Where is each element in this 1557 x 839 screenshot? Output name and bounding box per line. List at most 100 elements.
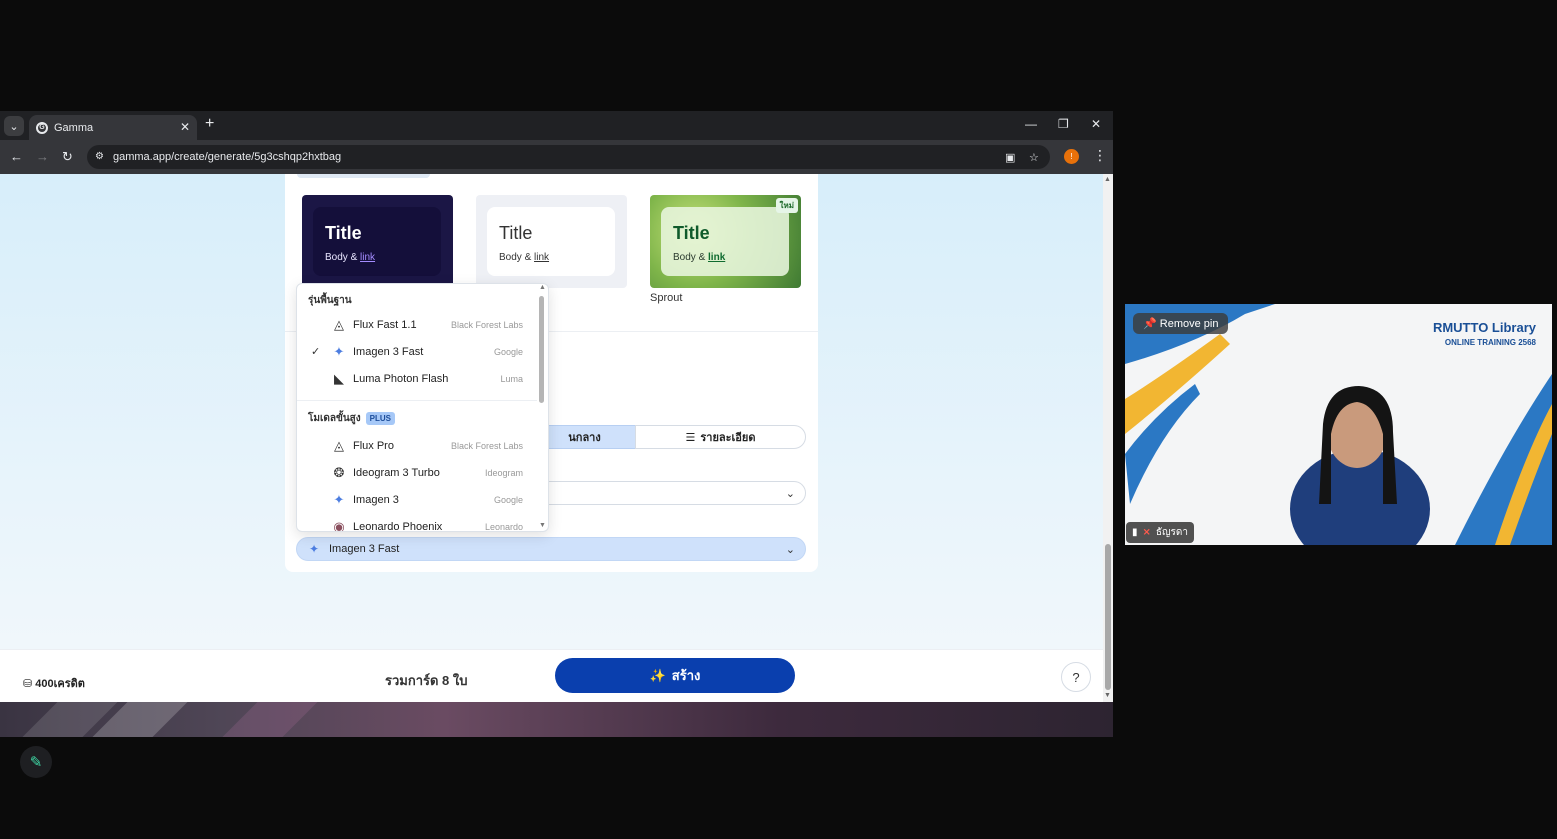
theme-preview: Title Body & link (487, 207, 615, 276)
back-icon[interactable]: ← (10, 149, 23, 164)
close-window-icon[interactable]: ✕ (1091, 117, 1101, 131)
participant-name: ธัญรดา (1155, 527, 1189, 538)
desktop-wallpaper (0, 702, 1113, 737)
tab-close-icon[interactable]: ✕ (180, 120, 190, 134)
sparkle-icon: ✨ (649, 667, 666, 683)
gamma-favicon-icon: G (36, 121, 48, 134)
model-option-flux-fast[interactable]: ◬ Flux Fast 1.1 Black Forest Labs (297, 311, 537, 338)
model-vendor: Ideogram (484, 467, 523, 478)
theme-card-sprout[interactable]: Title Body & link ใหม่ (650, 195, 801, 288)
theme-body: Body & link (325, 252, 429, 263)
tab-strip: ⌄ G Gamma ✕ + — ❐ ✕ (0, 111, 1113, 140)
flux-icon: ◬ (334, 437, 344, 453)
panel-top-strip (297, 174, 430, 178)
model-option-leonardo-phoenix[interactable]: ◉ Leonardo Phoenix Leonardo (297, 513, 537, 532)
browser-window: ⌄ G Gamma ✕ + — ❐ ✕ ← → ↻ ⚙ gamma.app/cr… (0, 111, 1113, 737)
theme-preview: Title Body & link (313, 207, 441, 276)
dropdown-scrollbar[interactable] (539, 296, 544, 403)
annotate-pen-icon[interactable]: ✎ (20, 746, 52, 778)
url-text: gamma.app/create/generate/5g3cshqp2hxtba… (113, 151, 342, 163)
theme-body-text: Body & (325, 252, 358, 263)
new-badge: ใหม่ (775, 198, 798, 213)
bookmark-star-icon[interactable]: ☆ (1029, 151, 1039, 164)
page-viewport: Title Body & link Title Body & link Titl… (0, 174, 1103, 702)
chevron-down-icon: ⌄ (785, 488, 795, 500)
theme-title: Title (499, 223, 533, 243)
scroll-up-icon[interactable]: ▲ (1104, 176, 1111, 183)
forward-icon[interactable]: → (36, 149, 49, 164)
gemini-star-icon: ✦ (333, 491, 345, 507)
theme-link: link (534, 252, 550, 263)
install-app-icon[interactable]: ▣ (1005, 151, 1015, 164)
minimize-icon[interactable]: — (1025, 117, 1037, 131)
gemini-star-icon: ✦ (333, 343, 345, 359)
model-vendor: Black Forest Labs (450, 319, 523, 330)
basic-models-header: รุ่นพื้นฐาน (308, 293, 352, 308)
model-option-imagen-3[interactable]: ✦ Imagen 3 Google (297, 486, 537, 513)
model-option-flux-pro[interactable]: ◬ Flux Pro Black Forest Labs (297, 432, 537, 459)
dropdown-scroll-up-icon[interactable]: ▲ (539, 284, 546, 291)
model-label: Ideogram 3 Turbo (353, 466, 440, 479)
theme-card-dark[interactable]: Title Body & link (302, 195, 453, 288)
checkmark-icon: ✓ (311, 346, 321, 358)
segment-middle-label: นกลาง (568, 432, 601, 444)
theme-name-sprout: Sprout (650, 292, 683, 304)
theme-body: Body & link (499, 252, 603, 263)
ideogram-icon: ❂ (333, 464, 345, 480)
total-cards-label: รวมการ์ด 8 ใบ (385, 673, 468, 688)
model-label: Flux Pro (353, 439, 394, 452)
model-option-ideogram-3-turbo[interactable]: ❂ Ideogram 3 Turbo Ideogram (297, 459, 537, 486)
segment-detail[interactable]: ☰ รายละเอียด (635, 425, 806, 449)
model-vendor: Google (493, 494, 523, 505)
browser-menu-icon[interactable]: ⋮ (1093, 147, 1107, 164)
remove-pin-button[interactable]: 📌 Remove pin (1133, 313, 1229, 334)
gemini-star-icon: ✦ (309, 542, 320, 556)
tab-title: Gamma (54, 121, 94, 134)
pin-icon: 📌 (1143, 318, 1157, 330)
credits-display[interactable]: ⛁ 400เครดิต (23, 674, 85, 692)
address-bar[interactable]: ⚙ gamma.app/create/generate/5g3cshqp2hxt… (87, 145, 1050, 169)
theme-link: link (360, 252, 376, 263)
tab-search-chevron-icon[interactable]: ⌄ (4, 116, 24, 136)
plus-badge: PLUS (365, 412, 396, 425)
help-button[interactable]: ? (1061, 662, 1091, 692)
theme-link: link (708, 252, 726, 263)
segment-detail-label: รายละเอียด (700, 432, 756, 444)
image-model-dropdown[interactable]: รุ่นพื้นฐาน ◬ Flux Fast 1.1 Black Forest… (296, 283, 549, 532)
scroll-down-icon[interactable]: ▼ (1104, 692, 1111, 699)
credits-icon: ⛁ (23, 678, 33, 690)
brand-subtitle: ONLINE TRAINING 2568 (1444, 338, 1536, 347)
theme-card-light[interactable]: Title Body & link (476, 195, 627, 288)
model-label: Flux Fast 1.1 (353, 318, 417, 331)
detail-lines-icon: ☰ (685, 431, 696, 444)
theme-body-text: Body & (499, 252, 532, 263)
model-vendor: Luma (500, 373, 523, 384)
video-tile[interactable]: 📌 Remove pin RMUTTO Library ONLINE TRAIN… (1125, 304, 1552, 545)
new-tab-icon[interactable]: + (205, 116, 214, 132)
reload-icon[interactable]: ↻ (62, 149, 73, 165)
brand-title: RMUTTO Library (1432, 320, 1536, 335)
model-option-imagen3-fast[interactable]: ✓ ✦ Imagen 3 Fast Google (297, 338, 537, 365)
credits-label: 400เครดิต (35, 678, 85, 690)
model-label: Leonardo Phoenix (353, 520, 443, 532)
model-vendor: Leonardo (484, 521, 523, 532)
scroll-thumb[interactable] (1105, 544, 1111, 690)
leonardo-icon: ◉ (333, 518, 345, 532)
participant-name-tag: ▮ ⨯ ธัญรดา (1126, 522, 1195, 543)
theme-title: Title (673, 223, 710, 243)
create-button[interactable]: ✨ สร้าง (555, 658, 795, 693)
browser-tab[interactable]: G Gamma ✕ (29, 115, 197, 140)
model-option-luma-photon-flash[interactable]: ◣ Luma Photon Flash Luma (297, 365, 537, 392)
dropdown-scroll-down-icon[interactable]: ▼ (539, 522, 546, 529)
site-settings-icon[interactable]: ⚙ (95, 151, 104, 162)
profile-avatar[interactable]: ! (1064, 149, 1079, 164)
chevron-down-icon: ⌄ (785, 544, 795, 556)
remove-pin-label: Remove pin (1159, 318, 1219, 330)
brand-overlay: RMUTTO Library ONLINE TRAINING 2568 (1433, 320, 1536, 347)
create-button-label: สร้าง (671, 668, 701, 683)
image-model-select[interactable]: ✦ Imagen 3 Fast ⌄ (296, 537, 806, 561)
theme-preview: Title Body & link (661, 207, 789, 276)
restore-icon[interactable]: ❐ (1058, 117, 1069, 131)
page-scrollbar[interactable]: ▲ ▼ (1103, 174, 1113, 702)
flux-icon: ◬ (334, 316, 344, 332)
